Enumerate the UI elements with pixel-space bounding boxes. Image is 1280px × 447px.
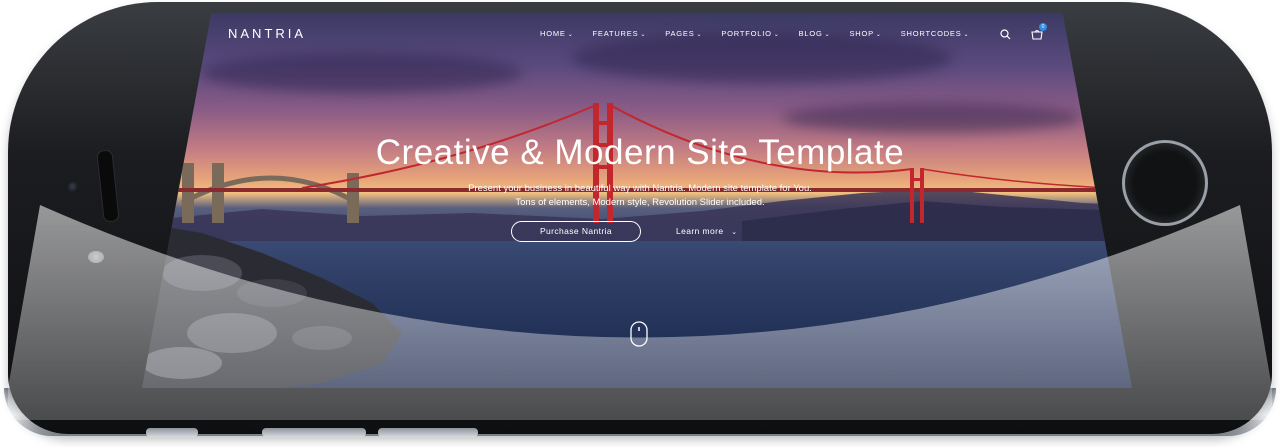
- search-icon[interactable]: [1000, 27, 1011, 45]
- menu-item-label: SHOP: [849, 29, 874, 38]
- chevron-down-icon: ⌄: [640, 32, 647, 38]
- front-camera: [68, 182, 79, 193]
- menu-item-home[interactable]: HOME ⌄: [540, 29, 574, 38]
- cart-count-badge: 0: [1039, 23, 1047, 31]
- purchase-button[interactable]: Purchase Nantria: [511, 221, 641, 242]
- phone-volume-down-button: [378, 428, 478, 437]
- chevron-down-icon: ⌄: [731, 229, 738, 236]
- hero-title: Creative & Modern Site Template: [375, 133, 905, 172]
- menu-item-shortcodes[interactable]: SHORTCODES ⌄: [901, 29, 970, 38]
- menu-item-label: PAGES: [665, 29, 695, 38]
- site-logo[interactable]: NANTRIA: [228, 26, 306, 41]
- menu-item-features[interactable]: FEATURES ⌄: [593, 29, 647, 38]
- shore-rocks: [142, 223, 402, 388]
- chevron-down-icon: ⌄: [567, 32, 574, 38]
- chevron-down-icon: ⌄: [963, 32, 970, 38]
- menu-item-label: BLOG: [798, 29, 823, 38]
- menu-item-label: FEATURES: [592, 29, 639, 38]
- sky-cloud: [202, 53, 522, 93]
- chevron-down-icon: ⌄: [696, 32, 703, 38]
- learn-more-link[interactable]: Learn more ⌄: [676, 226, 738, 236]
- hero-subtitle-line1: Present your business in beautiful way w…: [468, 183, 812, 194]
- site-header: NANTRIA HOME ⌄ FEATURES ⌄ PAGES ⌄ PORTFOLIO…: [142, 13, 1132, 55]
- menu-item-label: SHORTCODES: [900, 29, 962, 38]
- chevron-down-icon: ⌄: [824, 32, 831, 38]
- home-button[interactable]: [1122, 140, 1208, 226]
- menu-item-label: HOME: [540, 29, 566, 38]
- menu-item-label: PORTFOLIO: [721, 29, 772, 38]
- chevron-down-icon: ⌄: [773, 32, 780, 38]
- hero-subtitle-line2: Tons of elements, Modern style, Revoluti…: [515, 197, 765, 208]
- phone-side-button: [146, 428, 198, 437]
- menu-item-portfolio[interactable]: PORTFOLIO ⌄: [721, 29, 779, 38]
- learn-more-label: Learn more: [676, 226, 724, 236]
- phone-screen: NANTRIA HOME ⌄ FEATURES ⌄ PAGES ⌄ PORTFOLIO…: [142, 13, 1132, 388]
- menu-item-shop[interactable]: SHOP ⌄: [849, 29, 881, 38]
- menu-item-blog[interactable]: BLOG ⌄: [799, 29, 831, 38]
- phone-sensor: [88, 251, 104, 263]
- phone-volume-up-button: [262, 428, 366, 437]
- chevron-down-icon: ⌄: [875, 32, 882, 38]
- menu-item-pages[interactable]: PAGES ⌄: [665, 29, 702, 38]
- mouse-scroll-icon[interactable]: [630, 321, 648, 347]
- main-menu: HOME ⌄ FEATURES ⌄ PAGES ⌄ PORTFOLIO ⌄ BLOG ⌄ …: [540, 29, 988, 38]
